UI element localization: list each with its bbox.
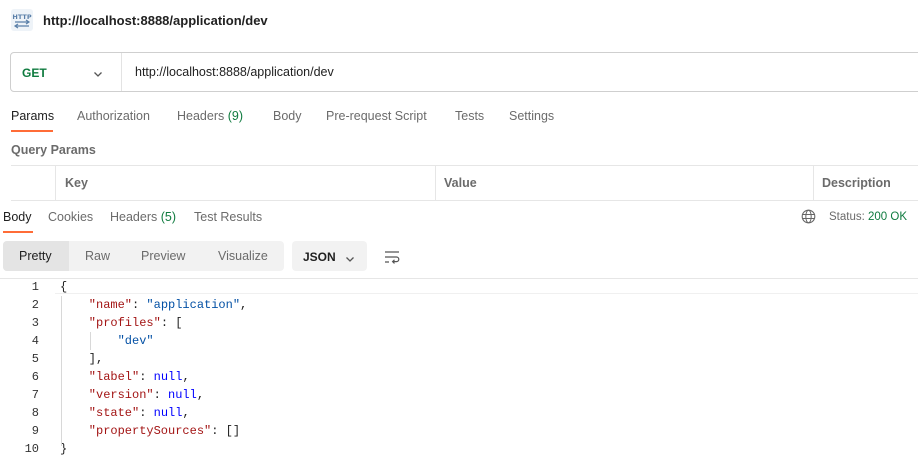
code-line: "state": null, xyxy=(88,406,190,420)
response-tab-cookies[interactable]: Cookies xyxy=(48,210,93,224)
view-raw-button[interactable]: Raw xyxy=(85,249,110,263)
chevron-down-icon[interactable] xyxy=(345,251,355,262)
view-preview-button[interactable]: Preview xyxy=(141,249,185,263)
active-tab-indicator xyxy=(3,231,33,233)
tab-headers[interactable]: Headers (9) xyxy=(177,109,243,123)
json-comma: , xyxy=(196,388,205,402)
tab-params[interactable]: Params xyxy=(11,109,54,123)
method-select[interactable]: GET xyxy=(22,66,47,80)
svg-text:HTTP: HTTP xyxy=(12,13,31,21)
json-null-value: null xyxy=(153,406,183,420)
tab-pre-request-script[interactable]: Pre-request Script xyxy=(326,109,427,123)
format-select-label[interactable]: JSON xyxy=(303,250,336,264)
column-header-value: Value xyxy=(444,176,477,190)
http-request-icon: HTTP xyxy=(11,9,33,31)
indent-guide xyxy=(90,332,91,350)
json-key: "label" xyxy=(88,370,140,384)
json-comma: , xyxy=(182,370,190,384)
tab-tests[interactable]: Tests xyxy=(455,109,484,123)
line-number: 10 xyxy=(24,442,39,456)
code-line: "label": null, xyxy=(88,370,190,384)
code-area-border xyxy=(0,278,918,279)
column-header-description: Description xyxy=(822,176,891,190)
json-bracket: [ xyxy=(175,316,183,330)
view-pretty-button[interactable]: Pretty xyxy=(19,249,52,263)
chevron-down-icon[interactable] xyxy=(93,66,103,77)
column-divider[interactable] xyxy=(813,166,814,200)
line-number: 1 xyxy=(31,280,39,294)
json-bracket: [] xyxy=(225,424,241,438)
response-tab-headers[interactable]: Headers (5) xyxy=(110,210,176,224)
json-key: "state" xyxy=(88,406,140,420)
line-number: 7 xyxy=(31,388,39,402)
json-string-value: "dev" xyxy=(117,334,154,348)
tab-authorization[interactable]: Authorization xyxy=(77,109,150,123)
column-header-key: Key xyxy=(65,176,88,190)
response-tab-test-results[interactable]: Test Results xyxy=(194,210,262,224)
url-divider xyxy=(121,53,122,91)
code-line: "propertySources": [] xyxy=(88,424,241,438)
response-status: Status: 200 OK xyxy=(829,211,908,223)
code-line: "dev" xyxy=(118,334,154,348)
query-params-title: Query Params xyxy=(11,143,96,157)
tab-body[interactable]: Body xyxy=(273,109,302,123)
line-number: 6 xyxy=(31,370,39,384)
code-line: ], xyxy=(89,352,103,366)
line-number: 9 xyxy=(31,424,39,438)
status-value: 200 OK xyxy=(868,211,908,223)
code-line: "version": null, xyxy=(88,388,205,402)
code-line: "name": "application", xyxy=(88,298,248,312)
indent-guide xyxy=(61,296,62,446)
active-tab-indicator xyxy=(11,130,53,132)
json-string-value: "application" xyxy=(146,298,241,312)
line-number: 4 xyxy=(31,334,39,348)
code-line: { xyxy=(60,280,67,294)
code-line: "profiles": [ xyxy=(88,316,183,330)
json-key: "version" xyxy=(88,388,154,402)
line-number: 5 xyxy=(31,352,39,366)
line-number: 3 xyxy=(31,316,39,330)
tab-settings[interactable]: Settings xyxy=(509,109,554,123)
json-comma: , xyxy=(240,298,248,312)
line-number: 2 xyxy=(31,298,39,312)
globe-icon[interactable] xyxy=(801,209,816,224)
json-key: "profiles" xyxy=(88,316,161,330)
wrap-lines-icon[interactable] xyxy=(384,250,400,264)
json-bracket: ], xyxy=(88,352,104,366)
request-title[interactable]: http://localhost:8888/application/dev xyxy=(43,13,268,28)
line-number: 8 xyxy=(31,406,39,420)
column-divider xyxy=(55,166,56,200)
json-null-value: null xyxy=(168,388,197,402)
column-divider[interactable] xyxy=(435,166,436,200)
json-brace: { xyxy=(60,280,68,294)
json-comma: , xyxy=(182,406,190,420)
url-input[interactable]: http://localhost:8888/application/dev xyxy=(135,65,334,79)
json-key: "name" xyxy=(88,298,133,312)
view-visualize-button[interactable]: Visualize xyxy=(218,249,268,263)
json-key: "propertySources" xyxy=(88,424,212,438)
code-line-highlight xyxy=(55,293,918,294)
response-tab-body[interactable]: Body xyxy=(3,210,32,224)
json-null-value: null xyxy=(153,370,183,384)
